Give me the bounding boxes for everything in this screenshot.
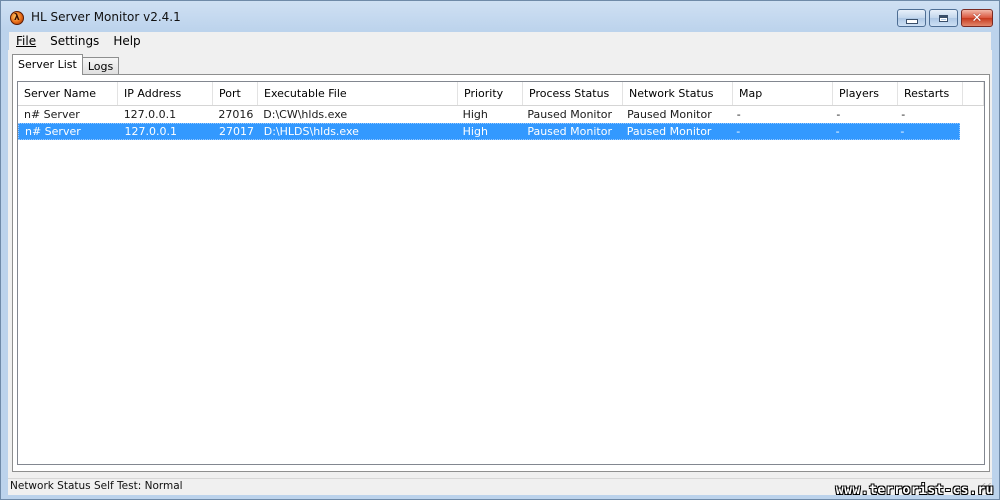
- column-header-restarts[interactable]: Restarts: [898, 82, 963, 105]
- app-window: λ HL Server Monitor v2.4.1 ✕ File Settin…: [0, 0, 1000, 500]
- column-header-executable-file[interactable]: Executable File: [258, 82, 458, 105]
- cell-process-status: Paused Monitor: [527, 108, 613, 121]
- column-header-port[interactable]: Port: [213, 82, 258, 105]
- close-button[interactable]: ✕: [961, 9, 993, 27]
- tab-logs[interactable]: Logs: [81, 57, 120, 75]
- window-controls: ✕: [897, 9, 993, 29]
- cell-players: -: [835, 125, 840, 138]
- table-row-selected[interactable]: n# Server 127.0.0.1 27017 D:\HLDS\hlds.e…: [18, 123, 960, 140]
- minimize-button[interactable]: [897, 9, 926, 27]
- status-text: Network Status Self Test: Normal: [10, 480, 183, 492]
- tab-server-list[interactable]: Server List: [12, 54, 83, 75]
- column-header-ip-address[interactable]: IP Address: [118, 82, 213, 105]
- minimize-icon: [905, 18, 918, 24]
- cell-map: -: [736, 125, 741, 138]
- cell-map: -: [736, 108, 741, 121]
- menu-settings[interactable]: Settings: [43, 32, 106, 50]
- title-bar[interactable]: λ HL Server Monitor v2.4.1 ✕: [1, 1, 999, 31]
- column-header-process-status[interactable]: Process Status: [523, 82, 623, 105]
- cell-port: 27017: [218, 125, 254, 138]
- cell-network-status: Paused Monitor: [626, 125, 712, 138]
- maximize-icon: [939, 14, 948, 22]
- close-icon: ✕: [971, 10, 983, 26]
- cell-priority: High: [462, 125, 488, 138]
- cell-restarts: -: [901, 108, 906, 121]
- column-header-filler: [963, 82, 984, 105]
- window-title: HL Server Monitor v2.4.1: [31, 10, 181, 24]
- column-header-map[interactable]: Map: [733, 82, 833, 105]
- column-header-server-name[interactable]: Server Name: [18, 82, 118, 105]
- watermark: www.terrorist-cs.ru: [835, 483, 994, 498]
- hl-lambda-icon[interactable]: λ: [10, 11, 24, 25]
- table-header: Server Name IP Address Port Executable F…: [18, 82, 984, 106]
- server-list-panel: Server Name IP Address Port Executable F…: [12, 74, 990, 472]
- cell-process-status: Paused Monitor: [527, 125, 612, 138]
- menu-help[interactable]: Help: [106, 32, 147, 50]
- menu-bar: File Settings Help: [8, 31, 992, 50]
- cell-priority: High: [462, 108, 488, 121]
- column-header-priority[interactable]: Priority: [458, 82, 523, 105]
- table-row[interactable]: n# Server 127.0.0.1 27016 D:\CW\hlds.exe…: [18, 106, 960, 123]
- cell-players: -: [836, 108, 841, 121]
- client-area: Server List Logs Server Name IP Address …: [8, 50, 992, 478]
- server-list-table[interactable]: Server Name IP Address Port Executable F…: [17, 81, 985, 465]
- menu-file[interactable]: File: [9, 32, 43, 50]
- tab-strip: Server List Logs: [12, 53, 120, 75]
- cell-executable-file: D:\HLDS\hlds.exe: [263, 125, 359, 138]
- maximize-button[interactable]: [929, 9, 958, 27]
- cell-server-name: n# Server: [25, 125, 81, 138]
- column-header-network-status[interactable]: Network Status: [623, 82, 733, 105]
- cell-port: 27016: [218, 108, 254, 121]
- cell-server-name: n# Server: [24, 108, 80, 121]
- column-header-players[interactable]: Players: [833, 82, 898, 105]
- cell-restarts: -: [900, 125, 905, 138]
- cell-ip-address: 127.0.0.1: [123, 108, 177, 121]
- cell-network-status: Paused Monitor: [627, 108, 712, 121]
- cell-executable-file: D:\CW\hlds.exe: [263, 108, 348, 121]
- cell-ip-address: 127.0.0.1: [124, 125, 177, 138]
